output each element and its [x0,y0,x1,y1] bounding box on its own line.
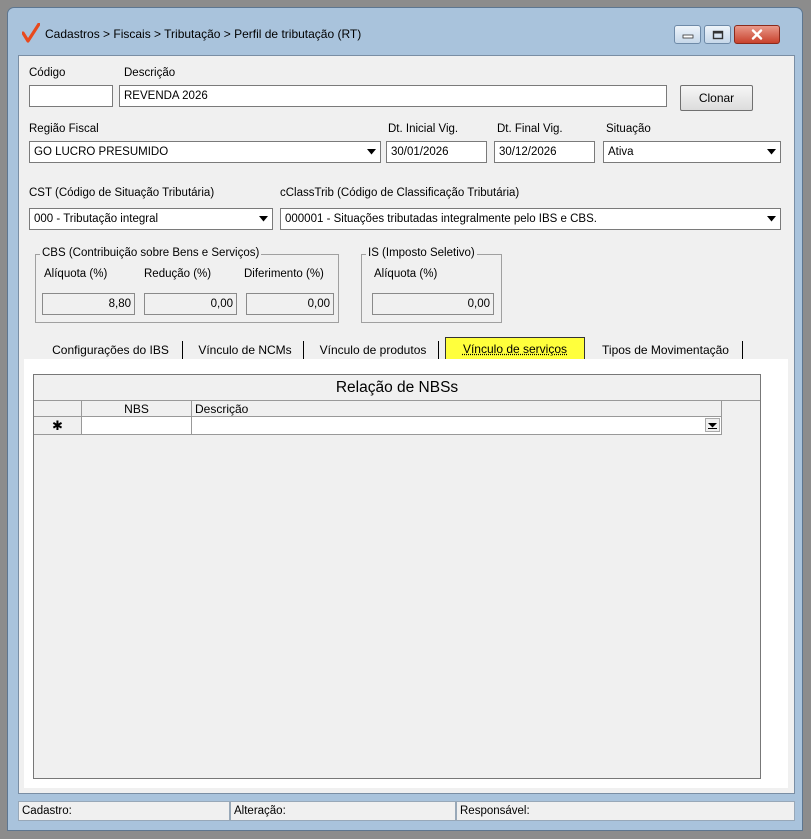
is-aliquota-field[interactable]: 0,00 [372,293,494,315]
cclasstrib-label: cClassTrib (Código de Classificação Trib… [280,187,520,199]
tab-vinculo-produtos[interactable]: Vínculo de produtos [308,341,439,359]
situacao-label: Situação [606,123,651,135]
column-header-nbs[interactable]: NBS [82,401,192,417]
status-bar: Cadastro: Alteração: Responsável: [18,794,795,824]
codigo-field[interactable] [29,85,113,107]
dt-inicial-field[interactable]: 30/01/2026 [386,141,487,163]
tab-panel-servicos: Relação de NBSs NBS Descrição ✱ [24,359,788,788]
chevron-down-icon[interactable] [705,418,720,432]
regiao-fiscal-select[interactable]: GO LUCRO PRESUMIDO [29,141,381,163]
close-button[interactable] [734,25,780,44]
column-header-descricao[interactable]: Descrição [192,401,722,417]
tab-configuracoes-ibs[interactable]: Configurações do IBS [39,341,183,359]
cclasstrib-select[interactable]: 000001 - Situações tributadas integralme… [280,208,781,230]
checkmark-logo-icon [22,23,40,43]
cst-select[interactable]: 000 - Tributação integral [29,208,273,230]
cbs-group: CBS (Contribuição sobre Bens e Serviços)… [35,247,339,323]
title-bar[interactable]: Cadastros > Fiscais > Tributação > Perfi… [8,8,802,56]
cbs-aliquota-field[interactable]: 8,80 [42,293,135,315]
cbs-reducao-field[interactable]: 0,00 [144,293,237,315]
maximize-button[interactable] [704,25,731,44]
window-title: Cadastros > Fiscais > Tributação > Perfi… [45,27,362,41]
cst-label: CST (Código de Situação Tributária) [29,187,215,199]
descricao-dropdown-cell[interactable] [192,417,722,435]
dt-inicial-label: Dt. Inicial Vig. [388,123,459,135]
chevron-down-icon[interactable] [256,210,271,228]
chevron-down-icon[interactable] [764,143,779,161]
cbs-group-title: CBS (Contribuição sobre Bens e Serviços) [40,247,262,259]
codigo-label: Código [29,67,66,79]
status-alteracao: Alteração: [230,801,456,821]
tab-vinculo-ncms[interactable]: Vínculo de NCMs [187,341,304,359]
regiao-fiscal-label: Região Fiscal [29,123,99,135]
chevron-down-icon[interactable] [364,143,379,161]
tab-vinculo-servicos-label: Vínculo de serviços [462,341,568,356]
status-responsavel: Responsável: [456,801,795,821]
main-window: Cadastros > Fiscais > Tributação > Perfi… [7,7,803,831]
dt-final-field[interactable]: 30/12/2026 [494,141,595,163]
maximize-icon [712,30,723,39]
cclasstrib-value: 000001 - Situações tributadas integralme… [285,213,597,225]
descricao-label: Descrição [124,67,176,79]
cbs-aliquota-label: Alíquota (%) [44,268,108,280]
dt-final-label: Dt. Final Vig. [497,123,563,135]
chevron-down-icon[interactable] [764,210,779,228]
new-row-marker: ✱ [34,417,82,435]
tab-vinculo-servicos[interactable]: Vínculo de serviços [445,337,585,359]
status-cadastro: Cadastro: [18,801,230,821]
regiao-fiscal-value: GO LUCRO PRESUMIDO [34,146,169,158]
nbs-grid: Relação de NBSs NBS Descrição ✱ [33,374,761,779]
tab-tipos-movimentacao[interactable]: Tipos de Movimentação [589,341,743,359]
clonar-button[interactable]: Clonar [680,85,753,111]
situacao-value: Ativa [608,146,634,158]
is-group: IS (Imposto Seletivo) Alíquota (%) 0,00 [361,247,502,323]
situacao-select[interactable]: Ativa [603,141,781,163]
is-aliquota-label: Alíquota (%) [374,268,438,280]
row-indicator-header [34,401,82,417]
minimize-button[interactable] [674,25,701,44]
cbs-reducao-label: Redução (%) [144,268,212,280]
minimize-icon [682,34,693,38]
cbs-diferimento-field[interactable]: 0,00 [246,293,334,315]
cst-value: 000 - Tributação integral [34,213,159,225]
close-icon [751,29,763,40]
descricao-field[interactable]: REVENDA 2026 [119,85,667,107]
grid-caption: Relação de NBSs [34,375,760,401]
nbs-input-cell[interactable] [82,417,192,435]
form-area: Código Descrição REVENDA 2026 Clonar Reg… [18,55,795,794]
cbs-diferimento-label: Diferimento (%) [244,268,324,280]
is-group-title: IS (Imposto Seletivo) [366,247,477,259]
